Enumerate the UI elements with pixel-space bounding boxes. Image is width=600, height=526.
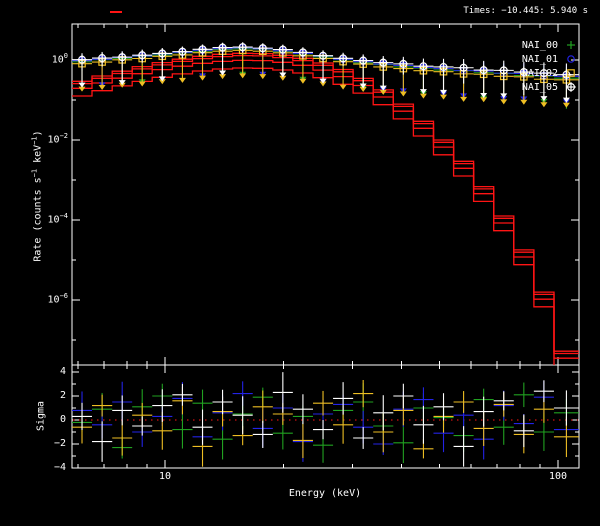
legend-label: NAI_00 [522, 40, 558, 51]
sigma-tick-label: −2 [54, 438, 66, 449]
y-axis-label-sigma: Sigma [36, 401, 47, 431]
data-series-NAI_05 [72, 42, 579, 102]
legend-label: NAI_02 [522, 68, 558, 79]
rate-tick-label: 10−2 [48, 132, 68, 145]
sigma-series-NAI_02 [72, 380, 579, 467]
legend-label: NAI_01 [522, 54, 558, 65]
sigma-series-NAI_01 [72, 381, 579, 462]
x-tick-label-10: 10 [159, 471, 171, 482]
legend-label: NAI_05 [522, 82, 558, 93]
circle-marker-icon [564, 52, 578, 66]
x-tick-label-100: 100 [549, 471, 567, 482]
legend-entry-NAI_00: NAI_00 [522, 38, 578, 52]
spectral-fit-chart [0, 0, 600, 526]
sigma-tick-label: −4 [54, 462, 66, 473]
time-interval-label: Times: −10.445: 5.940 s [463, 6, 588, 16]
legend-entry-NAI_02: NAI_02 [522, 66, 578, 80]
x-axis-label: Energy (keV) [289, 488, 361, 499]
y-axis-label-rate: Rate (counts s−1 keV−1) [30, 130, 43, 261]
legend-entry-NAI_01: NAI_01 [522, 52, 578, 66]
detector-legend: NAI_00 NAI_01 NAI_02 NAI_05 [522, 38, 578, 94]
sigma-tick-label: 0 [60, 414, 66, 425]
circle-plus-marker-icon [564, 80, 578, 94]
rate-tick-label: 10−4 [48, 212, 68, 225]
rate-tick-label: 100 [52, 52, 68, 65]
sigma-series-NAI_05 [72, 372, 579, 467]
sigma-tick-label: 4 [60, 366, 66, 377]
sigma-tick-label: 2 [60, 390, 66, 401]
square-marker-icon [564, 66, 578, 80]
model-curve-NAI_00 [72, 60, 579, 358]
axes-frame [72, 24, 579, 468]
sigma-series-NAI_00 [72, 383, 579, 464]
plus-marker-icon [564, 38, 578, 52]
model-curve-NAI_02 [72, 68, 579, 366]
legend-entry-NAI_05: NAI_05 [522, 80, 578, 94]
rate-tick-label: 10−6 [48, 292, 68, 305]
spectral-fit-figure: Times: −10.445: 5.940 s Energy (keV) Rat… [0, 0, 600, 526]
